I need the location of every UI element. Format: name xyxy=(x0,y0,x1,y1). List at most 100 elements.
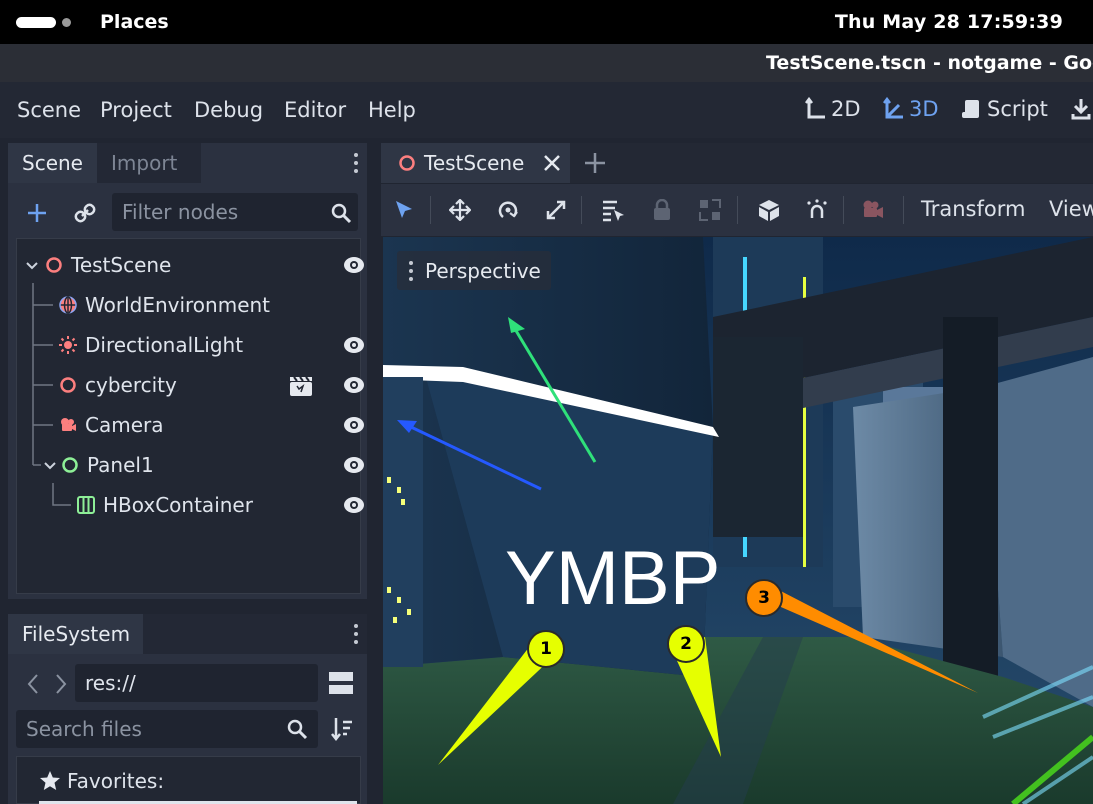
tree-node-worldenvironment[interactable]: WorldEnvironment xyxy=(59,287,270,323)
control-icon xyxy=(62,457,78,473)
3d-viewport[interactable]: Perspective YMBP 1 2 3 xyxy=(383,237,1093,804)
favorites-row[interactable]: Favorites: xyxy=(39,769,164,793)
move-mode-icon[interactable] xyxy=(449,199,471,221)
tree-node-label: DirectionalLight xyxy=(85,333,244,357)
directional-light-icon xyxy=(59,336,77,354)
3d-mode-icon xyxy=(883,97,903,119)
visibility-eye-icon[interactable] xyxy=(343,334,365,356)
menu-debug[interactable]: Debug xyxy=(194,98,263,122)
window-title: TestScene.tscn - notgame - Godot E xyxy=(766,52,1093,74)
search-icon xyxy=(331,203,352,224)
callout-badge-3: 3 xyxy=(745,579,783,617)
node3d-icon xyxy=(46,257,62,273)
tab-import[interactable]: Import xyxy=(97,143,201,183)
back-arrow-icon[interactable] xyxy=(26,672,40,696)
os-top-bar: Places Thu May 28 17:59:39 xyxy=(0,0,1093,44)
tree-node-testscene[interactable]: TestScene xyxy=(25,247,171,283)
system-clock[interactable]: Thu May 28 17:59:39 xyxy=(835,11,1063,33)
asset-lib-button[interactable] xyxy=(1070,97,1092,121)
node3d-icon xyxy=(399,155,415,171)
mode-2d-button[interactable]: 2D xyxy=(805,97,861,121)
tree-node-panel1[interactable]: Panel1 xyxy=(43,447,154,483)
sort-icon[interactable] xyxy=(330,716,354,742)
path-input[interactable]: res:// xyxy=(75,664,318,702)
scale-mode-icon[interactable] xyxy=(545,199,567,221)
group-icon[interactable] xyxy=(699,199,721,221)
tree-node-hboxcontainer[interactable]: HBoxContainer xyxy=(77,487,253,523)
mode-3d-button[interactable]: 3D xyxy=(883,97,939,121)
scene-tree: TestScene WorldEnvironment DirectionalLi… xyxy=(16,238,364,594)
visibility-eye-icon[interactable] xyxy=(343,454,365,476)
viewport-toolbar: Transform View xyxy=(381,184,1093,236)
editor-menu-bar: Scene Project Debug Editor Help 2D 3D Sc… xyxy=(0,82,1093,138)
scene-dock-menu-icon[interactable] xyxy=(354,153,358,177)
filesystem-tab-strip xyxy=(143,614,367,654)
snap-icon[interactable] xyxy=(805,198,829,222)
filter-nodes-placeholder: Filter nodes xyxy=(122,200,239,224)
lock-icon[interactable] xyxy=(652,199,672,221)
places-menu[interactable]: Places xyxy=(100,11,169,33)
collapse-arrow-icon[interactable] xyxy=(43,456,57,474)
mode-2d-label: 2D xyxy=(831,97,861,121)
visibility-eye-icon[interactable] xyxy=(343,494,365,516)
tab-filesystem[interactable]: FileSystem xyxy=(8,614,145,654)
window-titlebar[interactable]: TestScene.tscn - notgame - Godot E xyxy=(0,44,1093,82)
select-mode-icon[interactable] xyxy=(393,199,415,221)
view-menu[interactable]: View xyxy=(1049,197,1093,221)
tree-node-directionallight[interactable]: DirectionalLight xyxy=(59,327,243,363)
close-icon[interactable] xyxy=(543,154,561,172)
visibility-eye-icon[interactable] xyxy=(343,254,365,276)
list-select-icon[interactable] xyxy=(601,199,625,223)
add-node-icon[interactable] xyxy=(26,202,48,224)
tree-node-label: HBoxContainer xyxy=(103,493,253,517)
camera-icon xyxy=(61,418,76,431)
2d-mode-icon xyxy=(805,97,825,119)
node3d-icon xyxy=(60,377,76,393)
tree-node-cybercity[interactable]: cybercity xyxy=(59,367,177,403)
mode-3d-label: 3D xyxy=(909,97,939,121)
tab-scene[interactable]: Scene xyxy=(8,143,97,183)
search-files-input[interactable]: Search files xyxy=(16,710,318,748)
toolbar-separator xyxy=(581,196,582,224)
search-files-placeholder: Search files xyxy=(26,717,142,741)
callout-badge-1: 1 xyxy=(527,630,565,668)
filter-nodes-input[interactable]: Filter nodes xyxy=(112,193,358,231)
visibility-eye-icon[interactable] xyxy=(343,374,365,396)
rotate-mode-icon[interactable] xyxy=(497,199,519,221)
hbox-container-icon xyxy=(77,496,95,514)
mode-script-label: Script xyxy=(987,97,1048,121)
tree-node-camera[interactable]: Camera xyxy=(59,407,164,443)
collapse-arrow-icon[interactable] xyxy=(25,256,39,274)
transform-menu[interactable]: Transform xyxy=(921,197,1025,221)
clapperboard-icon[interactable] xyxy=(289,375,313,397)
path-value: res:// xyxy=(85,671,136,695)
visibility-eye-icon[interactable] xyxy=(343,414,365,436)
tree-node-label: WorldEnvironment xyxy=(85,293,271,317)
workspace-dot-icon xyxy=(62,18,71,27)
forward-arrow-icon[interactable] xyxy=(54,672,68,696)
add-tab-icon[interactable] xyxy=(584,152,606,174)
file-tree: Favorites: xyxy=(16,756,361,804)
local-space-icon[interactable] xyxy=(757,198,781,222)
menu-scene[interactable]: Scene xyxy=(17,98,81,122)
tree-node-label: cybercity xyxy=(85,373,177,397)
toolbar-separator xyxy=(430,196,431,224)
split-view-icon[interactable] xyxy=(328,670,354,696)
menu-project[interactable]: Project xyxy=(100,98,172,122)
menu-editor[interactable]: Editor xyxy=(284,98,346,122)
camera-preview-icon[interactable] xyxy=(861,199,885,221)
filesystem-dock: FileSystem res:// Search files Favorites… xyxy=(8,614,367,804)
tree-node-label: Camera xyxy=(85,413,164,437)
toolbar-separator xyxy=(903,196,904,224)
star-icon xyxy=(40,771,60,790)
mode-script-button[interactable]: Script xyxy=(961,97,1048,121)
instance-scene-icon[interactable] xyxy=(74,202,96,224)
activities-indicator[interactable] xyxy=(16,17,56,28)
search-icon xyxy=(287,719,308,740)
tab-testscene[interactable]: TestScene xyxy=(381,143,570,183)
tree-node-label: Panel1 xyxy=(87,453,154,477)
overlay-text: YMBP xyxy=(505,536,721,621)
menu-help[interactable]: Help xyxy=(368,98,416,122)
tab-testscene-label: TestScene xyxy=(424,151,525,175)
filesystem-dock-menu-icon[interactable] xyxy=(354,624,358,648)
